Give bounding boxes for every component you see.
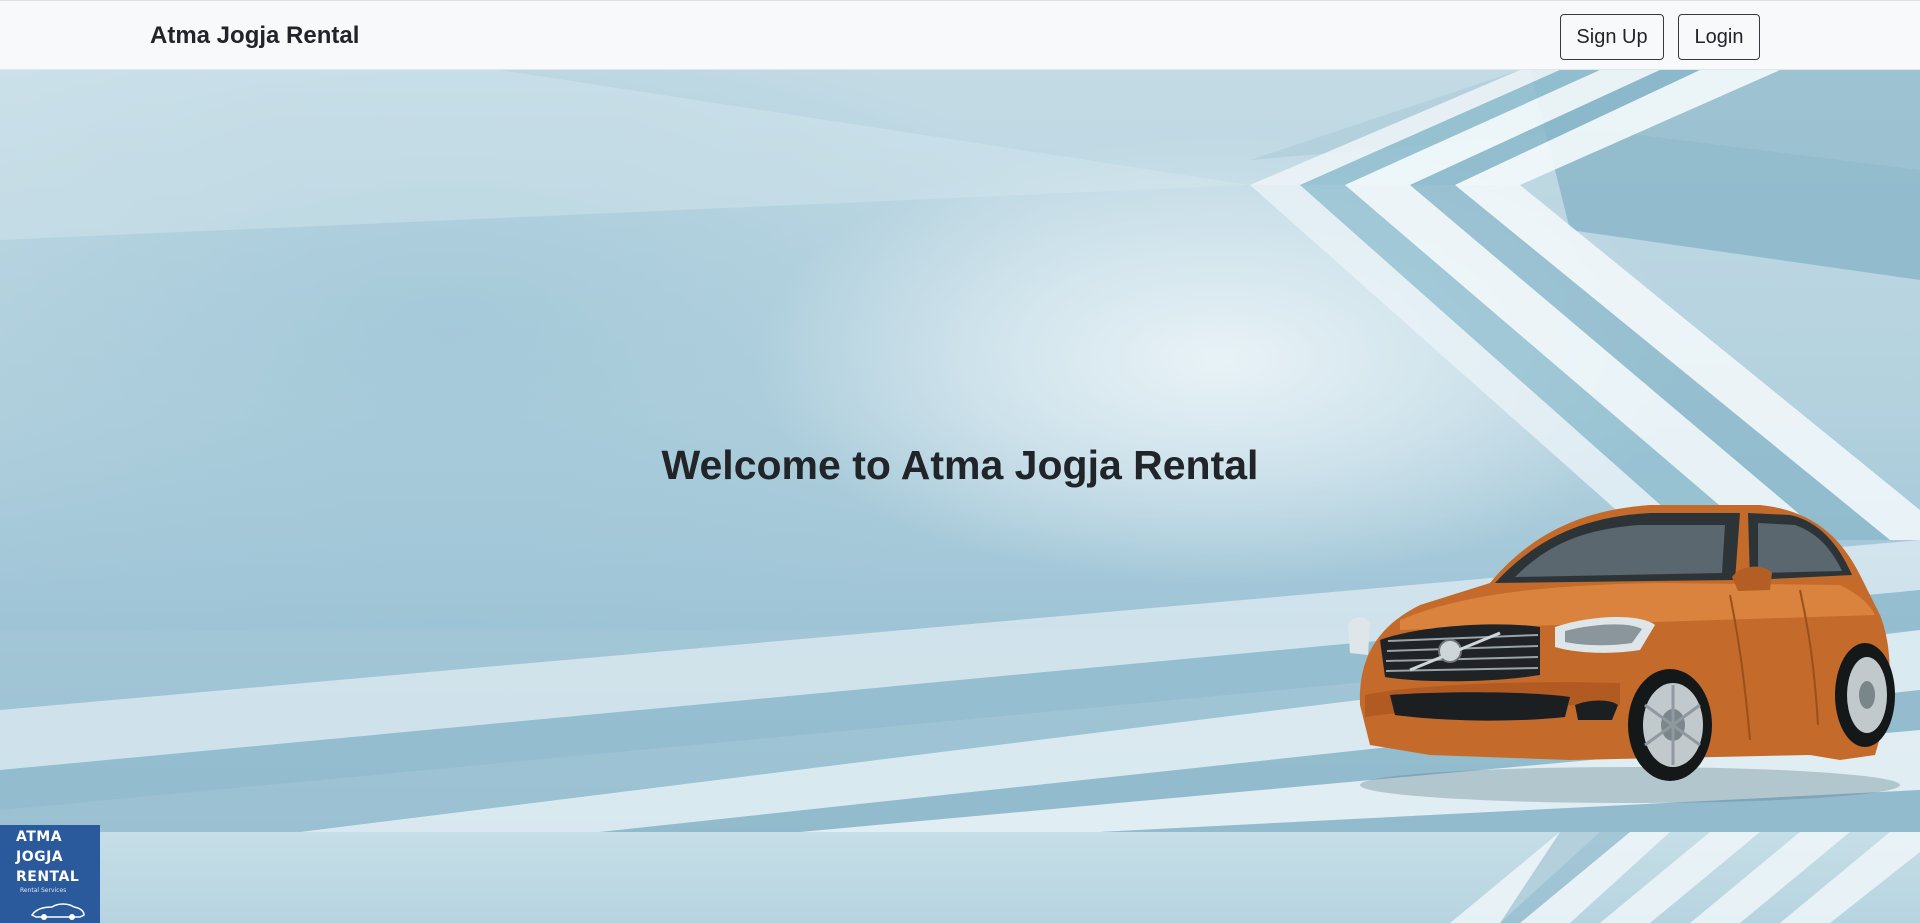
sign-up-button[interactable]: Sign Up: [1560, 14, 1664, 60]
logo-text-line2: JOGJA: [16, 849, 64, 865]
logo-text-line3: RENTAL: [16, 869, 80, 885]
atma-jogja-logo: ATMA JOGJA RENTAL Rental Services: [0, 825, 100, 923]
navbar: Atma Jogja Rental Sign Up Login: [0, 0, 1920, 70]
rear-wheel: [1835, 643, 1895, 747]
logo-car-icon: [30, 903, 85, 920]
hero-section: Welcome to Atma Jogja Rental: [0, 70, 1920, 832]
logo-text-line1: ATMA: [16, 829, 63, 845]
logo-subtitle: Rental Services: [20, 887, 67, 894]
lower-background: [0, 832, 1920, 923]
brand-link[interactable]: Atma Jogja Rental: [150, 21, 359, 51]
login-button[interactable]: Login: [1678, 14, 1760, 60]
lower-background-graphic: [1450, 832, 1920, 923]
front-wheel: [1628, 669, 1712, 781]
car-image: [1348, 505, 1900, 803]
